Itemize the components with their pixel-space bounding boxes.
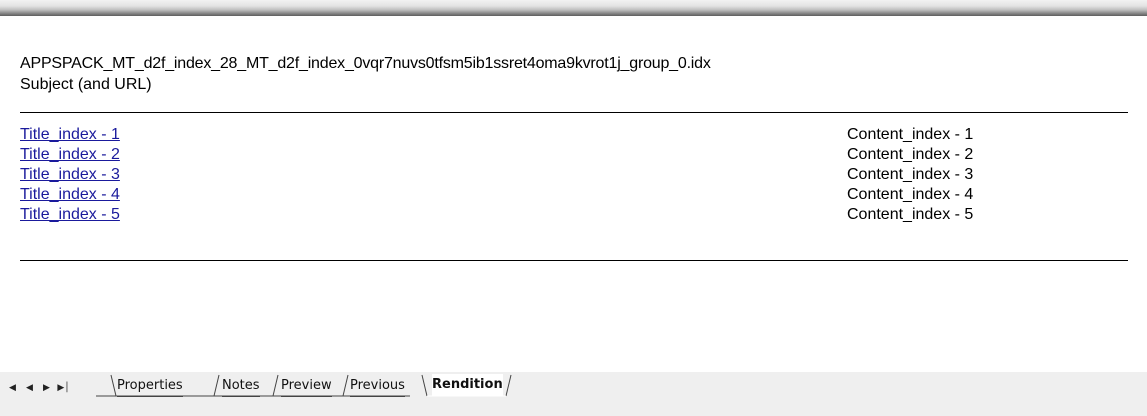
tab-rendition[interactable]: Rendition — [432, 374, 503, 396]
first-sheet-icon[interactable]: ◀ — [4, 380, 21, 396]
header-divider — [20, 112, 1128, 113]
prev-sheet-icon[interactable]: ◀ — [21, 380, 38, 396]
list-item: Title_index - 4 Content_index - 4 — [20, 186, 1128, 206]
last-sheet-icon[interactable]: ▶│ — [55, 380, 72, 396]
list-item: Title_index - 1 Content_index - 1 — [20, 126, 1128, 146]
tab-previous[interactable]: Previous — [350, 375, 405, 397]
tab-outlines — [96, 374, 512, 397]
title-link[interactable]: Title_index - 5 — [20, 206, 120, 224]
list-item: Title_index - 5 Content_index - 5 — [20, 206, 1128, 226]
sheet-tab-strip: ◀ ◀ ▶ ▶│ Properties Notes Preview Previo… — [0, 372, 1147, 416]
title-link[interactable]: Title_index - 3 — [20, 166, 120, 184]
document-title: APPSPACK_MT_d2f_index_28_MT_d2f_index_0v… — [20, 55, 711, 72]
next-sheet-icon[interactable]: ▶ — [38, 380, 55, 396]
title-link[interactable]: Title_index - 1 — [20, 126, 120, 144]
list-item: Title_index - 3 Content_index - 3 — [20, 166, 1128, 186]
content-label: Content_index - 3 — [847, 166, 974, 183]
sheet-nav-buttons: ◀ ◀ ▶ ▶│ — [4, 380, 72, 396]
content-label: Content_index - 1 — [847, 126, 974, 143]
tab-properties[interactable]: Properties — [117, 375, 183, 397]
tab-notes[interactable]: Notes — [222, 375, 260, 397]
tab-preview[interactable]: Preview — [281, 375, 332, 397]
index-list: Title_index - 1 Content_index - 1 Title_… — [20, 126, 1128, 226]
content-label: Content_index - 2 — [847, 146, 974, 163]
list-item: Title_index - 2 Content_index - 2 — [20, 146, 1128, 166]
window-top-bar — [0, 0, 1147, 16]
document-subtitle: Subject (and URL) — [20, 76, 152, 93]
content-label: Content_index - 5 — [847, 206, 974, 223]
footer-divider — [20, 260, 1128, 261]
title-link[interactable]: Title_index - 4 — [20, 186, 120, 204]
content-label: Content_index - 4 — [847, 186, 974, 203]
title-link[interactable]: Title_index - 2 — [20, 146, 120, 164]
